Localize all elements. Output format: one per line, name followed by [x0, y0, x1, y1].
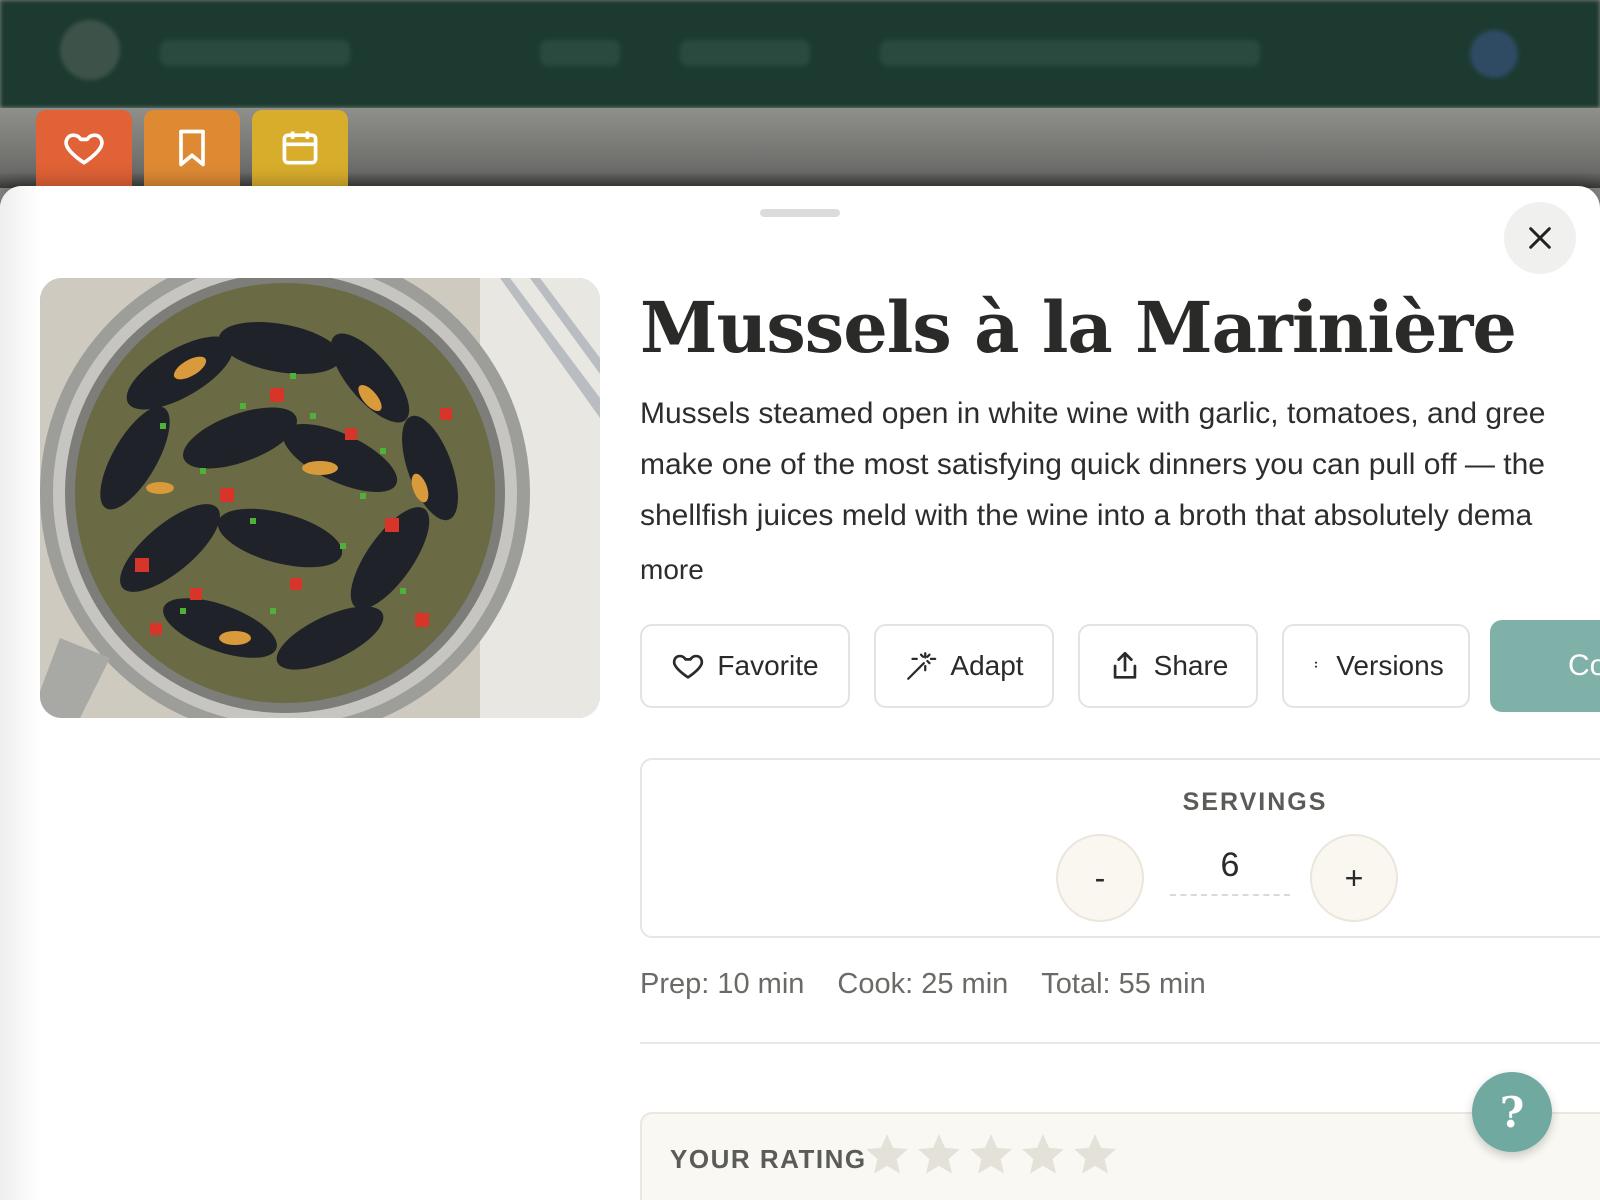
share-label: Share	[1153, 650, 1229, 681]
favorite-button[interactable]: Favorite	[640, 624, 850, 708]
increase-servings-button[interactable]: +	[1310, 834, 1398, 922]
meal-plan-tab[interactable]	[252, 110, 348, 190]
servings-label: SERVINGS	[1182, 788, 1328, 816]
recipe-description: Mussels steamed open in white wine with …	[640, 388, 1600, 541]
drag-handle[interactable]	[760, 209, 840, 217]
star-icon[interactable]	[1070, 1130, 1120, 1180]
magic-wand-icon	[907, 652, 937, 680]
mussels-illustration	[40, 278, 600, 718]
more-vertical-icon	[1315, 661, 1318, 668]
bookmark-icon	[179, 129, 205, 167]
star-rating	[862, 1130, 1120, 1180]
description-line: make one of the most satisfying quick di…	[640, 448, 1545, 481]
heart-icon	[64, 133, 104, 165]
close-icon	[1529, 227, 1551, 249]
favorite-tab[interactable]	[36, 110, 132, 190]
decrease-servings-button[interactable]: -	[1056, 834, 1144, 922]
more-link[interactable]: more	[640, 554, 704, 586]
versions-label: Versions	[1336, 650, 1444, 681]
calendar-icon	[282, 131, 318, 165]
servings-panel: SERVINGS - 6 +	[640, 758, 1600, 938]
total-time: Total: 55 min	[1041, 968, 1206, 1000]
bookmark-tab[interactable]	[144, 110, 240, 190]
share-button[interactable]: Share	[1078, 624, 1258, 708]
cook-time: Cook: 25 min	[837, 968, 1009, 1000]
rating-label: YOUR RATING	[670, 1144, 867, 1174]
star-icon[interactable]	[1018, 1130, 1068, 1180]
description-line: shellfish juices meld with the wine into…	[640, 499, 1533, 532]
divider	[640, 1042, 1600, 1044]
description-line: Mussels steamed open in white wine with …	[640, 397, 1546, 430]
versions-button[interactable]: Versions	[1282, 624, 1470, 708]
prep-time: Prep: 10 min	[640, 968, 805, 1000]
sheet-shade	[0, 186, 40, 1200]
help-button[interactable]: ?	[1472, 1072, 1552, 1152]
favorite-label: Favorite	[717, 650, 819, 681]
recipe-sheet: Mussels à la Marinière Mussels steamed o…	[0, 186, 1600, 1200]
servings-input[interactable]: 6	[1170, 846, 1290, 896]
cook-button[interactable]: Co	[1490, 620, 1600, 712]
background-band	[0, 108, 1600, 188]
star-icon[interactable]	[914, 1130, 964, 1180]
adapt-label: Adapt	[950, 650, 1024, 681]
recipe-title: Mussels à la Marinière	[640, 286, 1517, 369]
adapt-button[interactable]: Adapt	[874, 624, 1054, 708]
rating-panel: YOUR RATING	[640, 1112, 1600, 1200]
star-icon[interactable]	[966, 1130, 1016, 1180]
close-button[interactable]	[1504, 202, 1576, 274]
recipe-times: Prep: 10 min Cook: 25 min Total: 55 min	[640, 968, 1206, 1001]
background-header	[0, 0, 1600, 108]
share-icon	[1113, 651, 1136, 679]
star-icon[interactable]	[862, 1130, 912, 1180]
recipe-image	[40, 278, 600, 718]
heart-icon	[673, 654, 704, 679]
